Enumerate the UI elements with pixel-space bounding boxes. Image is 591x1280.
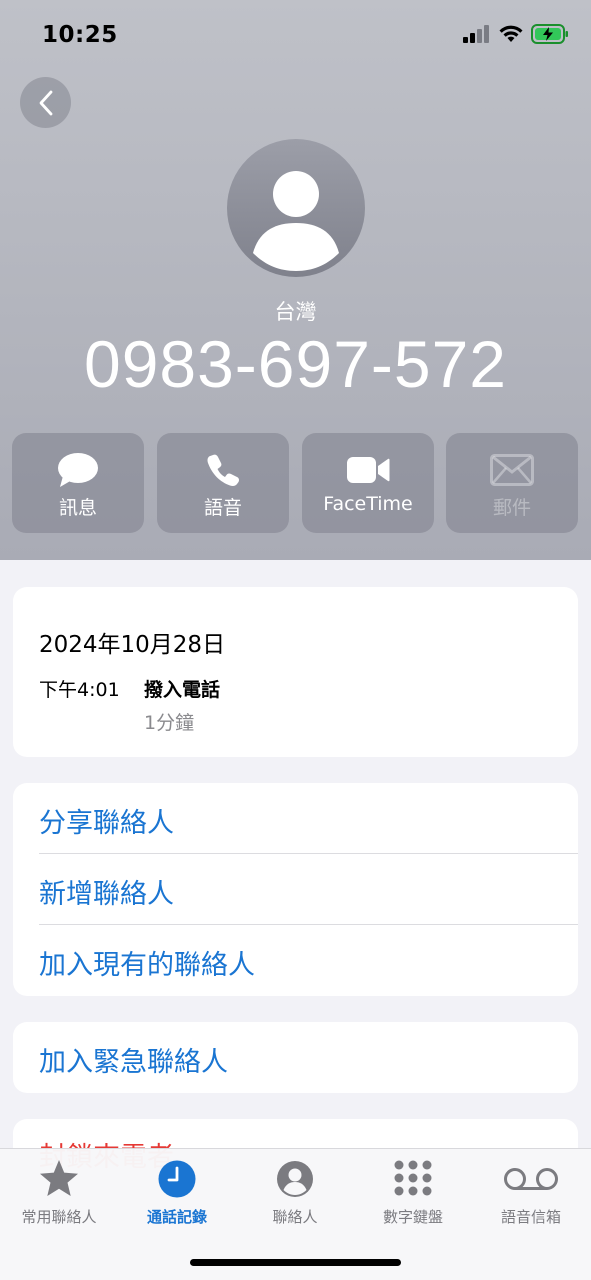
add-emergency-contact-row[interactable]: 加入緊急聯絡人: [13, 1022, 578, 1093]
person-circle-icon: [277, 1161, 313, 1197]
chevron-left-icon: [39, 90, 52, 115]
cellular-signal-icon: [463, 25, 489, 43]
home-indicator: [190, 1259, 401, 1266]
person-silhouette-icon: [253, 171, 339, 271]
status-icons: [463, 24, 569, 44]
emergency-contact-card: 加入緊急聯絡人: [13, 1022, 578, 1093]
quick-actions: 訊息 語音 FaceTime 郵件: [12, 433, 579, 533]
create-contact-row[interactable]: 新增聯絡人: [13, 854, 578, 925]
star-icon: [40, 1160, 78, 1196]
tab-recents[interactable]: 通話記錄: [118, 1149, 236, 1239]
tab-keypad[interactable]: 數字鍵盤: [354, 1149, 472, 1239]
call-duration: 1分鐘: [144, 712, 195, 734]
call-type: 撥入電話: [144, 679, 221, 701]
tab-favorites-label: 常用聯絡人: [21, 1208, 97, 1226]
facetime-button-label: FaceTime: [323, 493, 413, 515]
mail-button[interactable]: 郵件: [446, 433, 578, 533]
back-button[interactable]: [20, 77, 71, 128]
clock-icon: [158, 1160, 196, 1198]
tab-voicemail[interactable]: 語音信箱: [472, 1149, 590, 1239]
call-time: 下午4:01: [39, 679, 120, 701]
mail-button-label: 郵件: [492, 497, 531, 519]
tab-contacts[interactable]: 聯絡人: [236, 1149, 354, 1239]
add-to-existing-contact-row[interactable]: 加入現有的聯絡人: [13, 925, 578, 996]
facetime-button[interactable]: FaceTime: [302, 433, 434, 533]
tab-favorites[interactable]: 常用聯絡人: [0, 1149, 118, 1239]
status-bar: 10:25: [0, 0, 591, 70]
call-log-card: 2024年10月28日 下午4:01 撥入電話 1分鐘: [13, 587, 578, 757]
keypad-icon: [394, 1160, 432, 1196]
phone-icon: [207, 454, 239, 486]
mail-icon: [490, 454, 534, 486]
wifi-icon: [499, 25, 523, 42]
tab-contacts-label: 聯絡人: [272, 1208, 318, 1226]
share-contact-label: 分享聯絡人: [39, 808, 174, 839]
contact-avatar: [227, 139, 365, 277]
message-button-label: 訊息: [58, 497, 97, 519]
tab-recents-label: 通話記錄: [146, 1208, 207, 1226]
message-button[interactable]: 訊息: [12, 433, 144, 533]
contact-phone-number: 0983-697-572: [83, 327, 508, 401]
status-time: 10:25: [42, 22, 118, 48]
contact-options-card: 分享聯絡人 新增聯絡人 加入現有的聯絡人: [13, 783, 578, 996]
tab-keypad-label: 數字鍵盤: [382, 1208, 443, 1226]
contact-region: 台灣: [274, 300, 317, 324]
create-contact-label: 新增聯絡人: [39, 879, 174, 910]
voicemail-icon: [504, 1168, 558, 1190]
tab-voicemail-label: 語音信箱: [500, 1208, 561, 1226]
add-to-existing-contact-label: 加入現有的聯絡人: [39, 950, 255, 981]
voice-call-button-label: 語音: [203, 497, 242, 519]
add-emergency-contact-label: 加入緊急聯絡人: [39, 1047, 228, 1078]
message-bubble-icon: [58, 453, 98, 487]
voice-call-button[interactable]: 語音: [157, 433, 289, 533]
contact-header: 10:25 台灣 0983-697-572 訊息 語音 FaceTime 郵件: [0, 0, 591, 560]
battery-charging-icon: [531, 24, 568, 44]
share-contact-row[interactable]: 分享聯絡人: [13, 783, 578, 854]
video-camera-icon: [347, 457, 390, 483]
call-date: 2024年10月28日: [39, 632, 226, 658]
